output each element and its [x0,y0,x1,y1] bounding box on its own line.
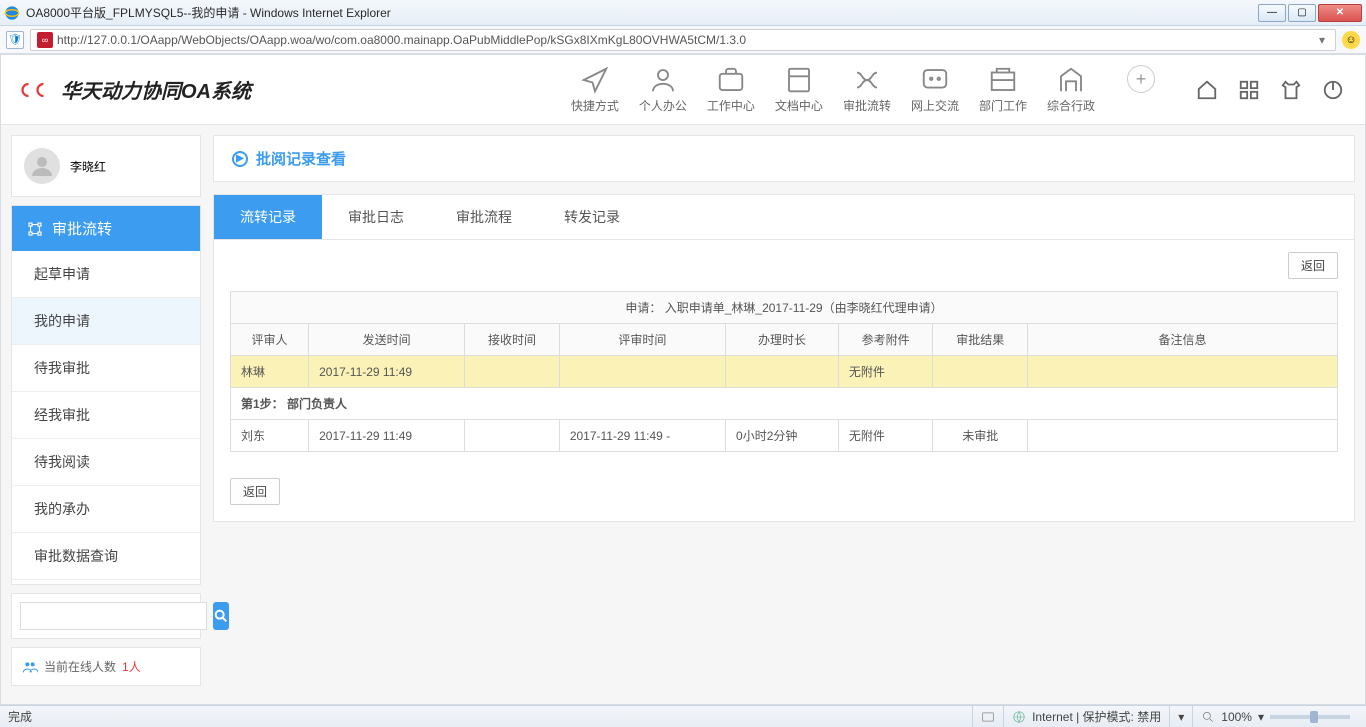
flow-icon [26,220,44,238]
apps-icon[interactable] [1237,78,1261,102]
sidebar-menu: 审批流转 起草申请 我的申请 待我审批 经我审批 待我阅读 我的承办 审批数据查… [11,205,201,585]
tab-process[interactable]: 审批流程 [430,195,538,239]
col-note: 备注信息 [1028,324,1338,356]
back-button-top[interactable]: 返回 [1288,252,1338,279]
sidebar-item-draft[interactable]: 起草申请 [12,251,200,298]
add-icon[interactable]: + [1127,65,1155,93]
online-count: 1人 [122,658,141,675]
col-dur: 办理时长 [726,324,839,356]
col-review: 评审时间 [559,324,725,356]
power-icon[interactable] [1321,78,1345,102]
col-result: 审批结果 [933,324,1028,356]
zoom-icon [1201,710,1215,724]
col-send: 发送时间 [309,324,465,356]
window-titlebar: OA8000平台版_FPLMYSQL5--我的申请 - Windows Inte… [0,0,1366,26]
nav-admin[interactable]: 综合行政 [1047,65,1095,114]
emoji-icon[interactable]: ☺ [1342,31,1360,49]
ie-icon [4,5,20,21]
arrow-icon: ▶ [232,151,248,167]
col-attach: 参考附件 [838,324,933,356]
page-title-panel: ▶ 批阅记录查看 [213,135,1355,182]
nav-quick[interactable]: 快捷方式 [571,65,619,114]
top-nav: 快捷方式 个人办公 工作中心 文档中心 审批流转 网上交流 部门工作 综合行政 … [571,65,1155,114]
address-bar: 🛡 ∞ http://127.0.0.1/OAapp/WebObjects/OA… [0,26,1366,54]
sidebar-item-done[interactable]: 经我审批 [12,392,200,439]
status-done: 完成 [8,708,972,725]
url-dropdown-icon[interactable]: ▾ [1315,33,1329,47]
header-actions [1195,78,1345,102]
nav-approval[interactable]: 审批流转 [843,65,891,114]
user-name: 李晓红 [70,158,106,175]
sidebar-menu-header[interactable]: 审批流转 [12,206,200,251]
security-shield-icon[interactable]: 🛡 [6,31,24,49]
back-button-bottom[interactable]: 返回 [230,478,280,505]
search-card [11,593,201,639]
status-zoom[interactable]: 100% ▾ [1192,706,1358,727]
status-popup-icon[interactable] [972,706,1003,727]
window-title: OA8000平台版_FPLMYSQL5--我的申请 - Windows Inte… [26,4,1258,21]
users-icon [22,659,38,675]
avatar [24,148,60,184]
sidebar-item-query[interactable]: 审批数据查询 [12,533,200,580]
col-reviewer: 评审人 [231,324,309,356]
tab-flow[interactable]: 流转记录 [214,195,322,239]
nav-chat[interactable]: 网上交流 [911,65,959,114]
sidebar-item-todo[interactable]: 待我审批 [12,345,200,392]
table-row: 林琳 2017-11-29 11:49 无附件 [231,356,1338,388]
sidebar-item-toread[interactable]: 待我阅读 [12,439,200,486]
sidebar: 李晓红 审批流转 起草申请 我的申请 待我审批 经我审批 待我阅读 我的承办 审… [11,135,201,694]
brand-text: 华天动力协同OA系统 [61,75,251,104]
flow-table: 申请： 入职申请单_林琳_2017-11-29（由李晓红代理申请） 评审人 发送… [230,291,1338,452]
online-card: 当前在线人数 1人 [11,647,201,686]
status-security-icon[interactable]: ▾ [1169,706,1192,727]
shirt-icon[interactable] [1279,78,1303,102]
sidebar-item-proxy[interactable]: 代理申请 [12,580,200,584]
home-icon[interactable] [1195,78,1219,102]
user-card: 李晓红 [11,135,201,197]
tab-log[interactable]: 审批日志 [322,195,430,239]
maximize-button[interactable]: ▢ [1288,4,1316,22]
page-title: 批阅记录查看 [256,148,346,169]
nav-dept[interactable]: 部门工作 [979,65,1027,114]
online-label: 当前在线人数 [44,658,116,675]
zoom-slider[interactable] [1270,715,1350,719]
status-internet: Internet | 保护模式: 禁用 [1003,706,1169,727]
nav-work[interactable]: 工作中心 [707,65,755,114]
nav-personal[interactable]: 个人办公 [639,65,687,114]
search-input[interactable] [20,602,207,630]
brand-icon [21,80,51,100]
favicon-icon: ∞ [37,32,53,48]
sidebar-item-mytask[interactable]: 我的承办 [12,486,200,533]
detail-panel: 流转记录 审批日志 审批流程 转发记录 返回 申请： 入职申请单_林琳_2017… [213,194,1355,522]
tab-forward[interactable]: 转发记录 [538,195,646,239]
url-field[interactable]: ∞ http://127.0.0.1/OAapp/WebObjects/OAap… [30,29,1336,51]
globe-icon [1012,710,1026,724]
status-bar: 完成 Internet | 保护模式: 禁用 ▾ 100% ▾ [0,705,1366,727]
tabs: 流转记录 审批日志 审批流程 转发记录 [214,195,1354,240]
sidebar-item-myapply[interactable]: 我的申请 [12,298,200,345]
nav-doc[interactable]: 文档中心 [775,65,823,114]
col-recv: 接收时间 [465,324,560,356]
url-text: http://127.0.0.1/OAapp/WebObjects/OAapp.… [57,33,1311,47]
close-button[interactable]: ✕ [1318,4,1362,22]
step-row: 第1步： 部门负责人 [231,388,1338,420]
brand-logo: 华天动力协同OA系统 [21,75,251,104]
minimize-button[interactable]: — [1258,4,1286,22]
table-title: 申请： 入职申请单_林琳_2017-11-29（由李晓红代理申请） [231,292,1338,324]
app-header: 华天动力协同OA系统 快捷方式 个人办公 工作中心 文档中心 审批流转 网上交流… [1,55,1365,125]
table-row: 刘东 2017-11-29 11:49 2017-11-29 11:49 - 0… [231,420,1338,452]
main-content: ▶ 批阅记录查看 流转记录 审批日志 审批流程 转发记录 返回 申请： 入职申请… [213,135,1355,694]
